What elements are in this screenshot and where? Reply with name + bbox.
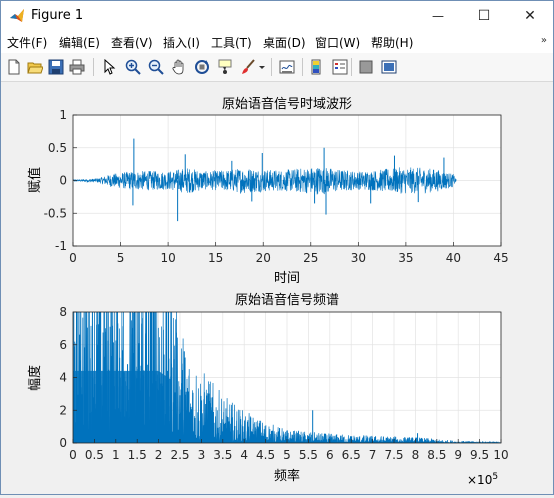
x-tick-label: 35 (398, 251, 413, 265)
plots-svg: 0 5 10 15 20 25 30 35 40 4510.50-0.5-1 原始语音信号时域波形… (27, 96, 509, 487)
x-tick-label: 9.5 (470, 448, 489, 462)
x-tick-label: 6.5 (342, 448, 361, 462)
x-tick-label: 7 (369, 448, 377, 462)
x-tick-label: 6 (326, 448, 334, 462)
y-tick-label: 8 (59, 305, 67, 319)
x-tick-label: 10 (160, 251, 175, 265)
x-tick-label: 10 (493, 448, 508, 462)
menu-desktop[interactable]: 桌面(D) (263, 34, 306, 51)
spectrum-dense-fill (73, 370, 172, 443)
close-icon: ✕ (524, 8, 536, 24)
x-tick-label: 40 (446, 251, 461, 265)
x-tick-label: 8 (412, 448, 420, 462)
axes-1-xlabel: 时间 (274, 271, 300, 286)
link-plot-icon[interactable] (277, 57, 297, 77)
zoom-in-icon[interactable] (123, 57, 143, 77)
title-bar: Figure 1 — ☐ ✕ (1, 1, 553, 31)
hide-plot-tools-icon[interactable] (356, 57, 376, 77)
y-tick-label: 0.5 (48, 141, 67, 155)
minimize-button[interactable]: — (415, 1, 461, 31)
x-tick-label: 20 (256, 251, 271, 265)
maximize-icon: ☐ (477, 8, 491, 24)
y-tick-label: -0.5 (44, 206, 67, 220)
new-figure-icon[interactable] (4, 57, 24, 77)
y-tick-label: 0 (59, 436, 67, 450)
x-tick-label: 15 (208, 251, 223, 265)
zoom-out-icon[interactable] (146, 57, 166, 77)
brush-icon[interactable] (238, 57, 258, 77)
menu-insert[interactable]: 插入(I) (163, 34, 200, 51)
show-plot-tools-icon[interactable] (379, 57, 399, 77)
x-tick-label: 2.5 (170, 448, 189, 462)
x-tick-label: 2 (155, 448, 163, 462)
x-tick-label: 7.5 (384, 448, 403, 462)
menu-edit[interactable]: 编辑(E) (59, 34, 100, 51)
toolbar-separator (351, 58, 352, 76)
axes-1-title: 原始语音信号时域波形 (222, 96, 352, 112)
x-tick-label: 5 (117, 251, 125, 265)
subplot-time-domain: 0 5 10 15 20 25 30 35 40 45 1 0.5 0 -0.5 -1 原始语音信号时域波形… (27, 96, 509, 286)
x-tick-label: 0 (69, 448, 77, 462)
toolbar-separator (93, 58, 94, 76)
rotate-3d-icon[interactable] (192, 57, 212, 77)
axes-1-ylabel: 赋值 (27, 167, 43, 193)
x-tick-label: 1.5 (128, 448, 147, 462)
y-tick-label: -1 (55, 239, 67, 253)
axes-2-ylabel: 幅度 (27, 365, 43, 391)
pan-icon[interactable] (169, 57, 189, 77)
x-tick-label: 25 (303, 251, 318, 265)
close-button[interactable]: ✕ (507, 1, 553, 31)
figure-canvas: 0 5 10 15 20 25 30 35 40 45 1 0.5 0 -0.5 -1 原始语音信号时域波形… (1, 82, 553, 494)
x-tick-label: 5 (283, 448, 291, 462)
x-tick-label: 1 (112, 448, 120, 462)
brush-dropdown-icon[interactable] (257, 57, 267, 77)
axes-2-title: 原始语音信号频谱 (235, 292, 339, 308)
x-tick-label: 0.5 (85, 448, 104, 462)
toolbar-separator (271, 58, 272, 76)
menu-overflow-icon[interactable]: » (541, 35, 547, 46)
x-tick-label: 4.5 (256, 448, 275, 462)
x-tick-label: 5.5 (299, 448, 318, 462)
open-file-icon[interactable] (25, 57, 45, 77)
axes-2-exponent-label: ×105 (467, 472, 498, 487)
menu-tools[interactable]: 工具(T) (211, 34, 252, 51)
y-tick-label: 4 (59, 371, 67, 385)
figure-window: Figure 1 — ☐ ✕ 文件(F) 编辑(E) 查看(V) 插入(I) 工… (0, 0, 554, 495)
data-cursor-icon[interactable] (215, 57, 235, 77)
x-tick-label: 3.5 (213, 448, 232, 462)
y-tick-label: 2 (59, 403, 67, 417)
subplot-spectrum: 0 0.5 1 1.5 2 2.5 3 3.5 4 4.5 5 5.5 6 6.5 7 7.5 8 8.5 9 9.5… (27, 292, 509, 487)
menu-help[interactable]: 帮助(H) (371, 34, 413, 51)
maximize-button[interactable]: ☐ (461, 1, 507, 31)
menu-view[interactable]: 查看(V) (111, 34, 153, 51)
x-tick-label: 3 (198, 448, 206, 462)
menu-window[interactable]: 窗口(W) (315, 34, 360, 51)
menu-file[interactable]: 文件(F) (7, 34, 47, 51)
minimize-icon: — (432, 9, 444, 23)
x-tick-label: 9 (454, 448, 462, 462)
colorbar-icon[interactable] (307, 57, 327, 77)
toolbar-separator (302, 58, 303, 76)
save-icon[interactable] (46, 57, 66, 77)
x-tick-label: 4 (240, 448, 248, 462)
window-title: Figure 1 (31, 8, 84, 23)
x-tick-label: 45 (493, 251, 508, 265)
pointer-icon[interactable] (99, 57, 119, 77)
x-tick-label: 0 (69, 251, 77, 265)
axes-2-xlabel: 频率 (274, 468, 300, 484)
x-tick-label: 8.5 (427, 448, 446, 462)
menu-bar: 文件(F) 编辑(E) 查看(V) 插入(I) 工具(T) 桌面(D) 窗口(W… (1, 31, 553, 53)
matlab-logo-icon (10, 9, 24, 22)
y-tick-label: 6 (59, 338, 67, 352)
y-tick-label: 1 (59, 108, 67, 122)
print-icon[interactable] (67, 57, 87, 77)
x-tick-label: 30 (351, 251, 366, 265)
toolbar (1, 53, 553, 82)
y-tick-label: 0 (59, 174, 67, 188)
legend-icon[interactable] (330, 57, 350, 77)
